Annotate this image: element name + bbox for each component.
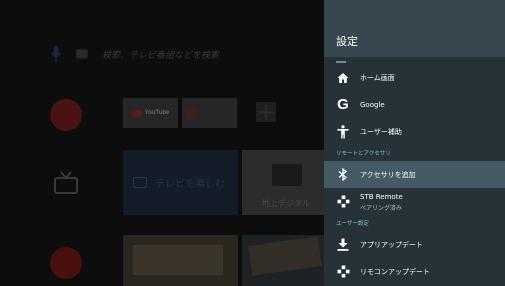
- youtube-logo-icon: [131, 109, 142, 117]
- settings-item-label: Google: [360, 100, 385, 109]
- settings-item-label: アクセサリを追加: [360, 170, 416, 179]
- settings-item-app-update[interactable]: アプリアップデート: [324, 231, 505, 258]
- youtube-row: [0, 235, 330, 286]
- tv-thumbnail: [272, 164, 302, 186]
- download-icon: [336, 238, 350, 252]
- section-header-remote: リモートとアクセサリ: [336, 151, 391, 157]
- thumbnail-image: [248, 236, 322, 276]
- tv-row: テレビを楽しむ 地上デジタル: [0, 150, 330, 220]
- thumbnail-image: [133, 245, 223, 275]
- tv-outline-icon: [133, 177, 147, 188]
- settings-item-google[interactable]: G Google: [324, 91, 505, 118]
- settings-item-add-accessory[interactable]: アクセサリを追加: [324, 161, 505, 188]
- digital-tile-label: 地上デジタル: [262, 199, 310, 208]
- settings-item-label: STB Remote: [360, 193, 403, 201]
- settings-panel: 設定 ホーム画面 G Google ユーザー補助 リモートとアクセサリ アクセサ…: [324, 0, 505, 286]
- tv-tile-label: テレビを楽しむ: [155, 179, 225, 190]
- tv-enjoy-tile[interactable]: テレビを楽しむ: [123, 150, 238, 215]
- search-bar[interactable]: 検索、テレビ番組などを検索: [50, 44, 219, 64]
- youtube-app-tile[interactable]: YouTube: [123, 98, 178, 128]
- mic-icon[interactable]: [50, 45, 62, 63]
- settings-list: ホーム画面 G Google ユーザー補助 リモートとアクセサリ アクセサリを追…: [324, 64, 505, 285]
- video-thumbnail[interactable]: [242, 235, 330, 286]
- settings-item-accessibility[interactable]: ユーザー補助: [324, 118, 505, 145]
- settings-item-label: ホーム画面: [360, 73, 395, 82]
- bluetooth-icon: [336, 168, 350, 182]
- apps-icon[interactable]: [50, 99, 82, 131]
- settings-item-label: リモコンアップデート: [360, 267, 430, 276]
- google-play-logo-icon: [186, 108, 196, 118]
- search-hint: 検索、テレビ番組などを検索: [102, 50, 220, 61]
- settings-header: 設定: [324, 0, 505, 57]
- settings-item-label: ユーザー補助: [360, 127, 402, 136]
- google-icon: G: [337, 95, 349, 113]
- settings-title: 設定: [336, 35, 358, 48]
- video-thumbnail[interactable]: [123, 235, 238, 286]
- scroll-indicator: [336, 61, 346, 63]
- add-app-button[interactable]: +: [256, 100, 276, 124]
- settings-item-stb-remote[interactable]: STB Remote ペアリング済み: [324, 188, 505, 215]
- section-header-user: ユーザー設定: [336, 221, 369, 227]
- home-icon: [336, 71, 350, 85]
- youtube-label: YouTube: [144, 110, 170, 116]
- accessibility-icon: [336, 124, 350, 139]
- apps-row: YouTube +: [0, 98, 330, 133]
- settings-item-remote-update[interactable]: リモコンアップデート: [324, 258, 505, 285]
- tv-screen: 検索、テレビ番組などを検索 YouTube + テレビを楽しむ 地上デジタル 設…: [0, 0, 505, 286]
- settings-item-home-screen[interactable]: ホーム画面: [324, 64, 505, 91]
- google-play-tile[interactable]: [182, 98, 237, 128]
- keyboard-icon[interactable]: [76, 49, 88, 59]
- gamepad-icon: [336, 265, 350, 279]
- digital-tv-tile[interactable]: 地上デジタル: [242, 150, 330, 215]
- gamepad-icon: [336, 195, 350, 209]
- settings-item-status: ペアリング済み: [360, 205, 403, 212]
- settings-item-label: アプリアップデート: [360, 240, 423, 249]
- tv-channel-icon[interactable]: [50, 168, 82, 200]
- youtube-channel-icon[interactable]: [50, 247, 82, 279]
